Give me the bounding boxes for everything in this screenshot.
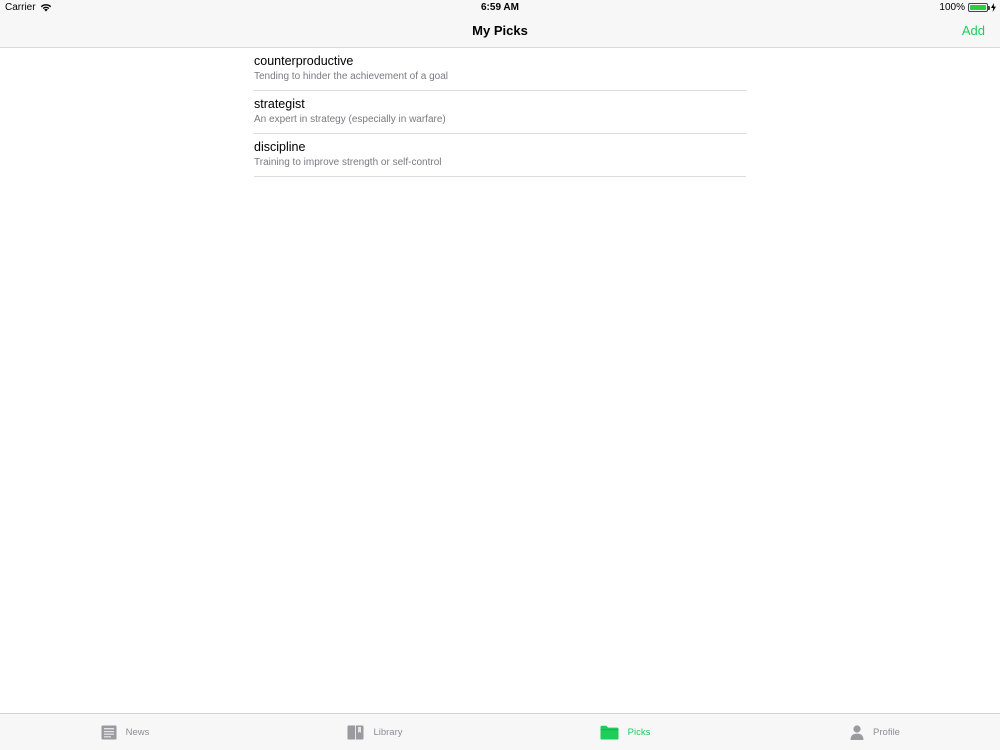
top-bar: Carrier 6:59 AM 100% My Picks Add (0, 0, 1000, 48)
pick-definition: Training to improve strength or self-con… (254, 157, 442, 168)
newspaper-icon (101, 725, 117, 739)
tab-library[interactable]: Library (250, 714, 500, 750)
tab-news-label: News (125, 726, 150, 738)
navigation-bar: My Picks Add (0, 16, 1000, 48)
page-title: My Picks (472, 23, 528, 38)
add-button[interactable]: Add (962, 23, 985, 38)
list-item[interactable]: strategist An expert in strategy (especi… (254, 91, 746, 134)
tab-profile[interactable]: Profile (750, 714, 1000, 750)
tab-picks[interactable]: Picks (500, 714, 750, 750)
pick-definition: An expert in strategy (especially in war… (254, 114, 446, 125)
pick-word: discipline (254, 140, 306, 154)
book-icon (347, 725, 364, 739)
status-time: 6:59 AM (481, 2, 519, 13)
battery-fill (970, 5, 986, 10)
person-icon (850, 724, 864, 740)
pick-word: counterproductive (254, 54, 354, 68)
picks-list: counterproductive Tending to hinder the … (254, 48, 746, 177)
tab-bar: News Library Picks Profile (0, 713, 1000, 750)
tab-picks-label: Picks (627, 726, 651, 738)
status-bar: Carrier 6:59 AM 100% (0, 0, 1000, 16)
tab-library-label: Library (373, 726, 403, 738)
tab-news[interactable]: News (0, 714, 250, 750)
pick-word: strategist (254, 97, 305, 111)
charging-bolt-icon (991, 3, 996, 12)
pick-definition: Tending to hinder the achievement of a g… (254, 71, 449, 82)
tab-profile-label: Profile (873, 726, 900, 738)
list-item[interactable]: counterproductive Tending to hinder the … (254, 48, 746, 91)
battery-indicator: 100% (939, 2, 996, 13)
battery-icon (968, 3, 990, 12)
battery-percent: 100% (939, 2, 965, 13)
list-item[interactable]: discipline Training to improve strength … (254, 134, 746, 177)
folder-icon (600, 725, 619, 739)
